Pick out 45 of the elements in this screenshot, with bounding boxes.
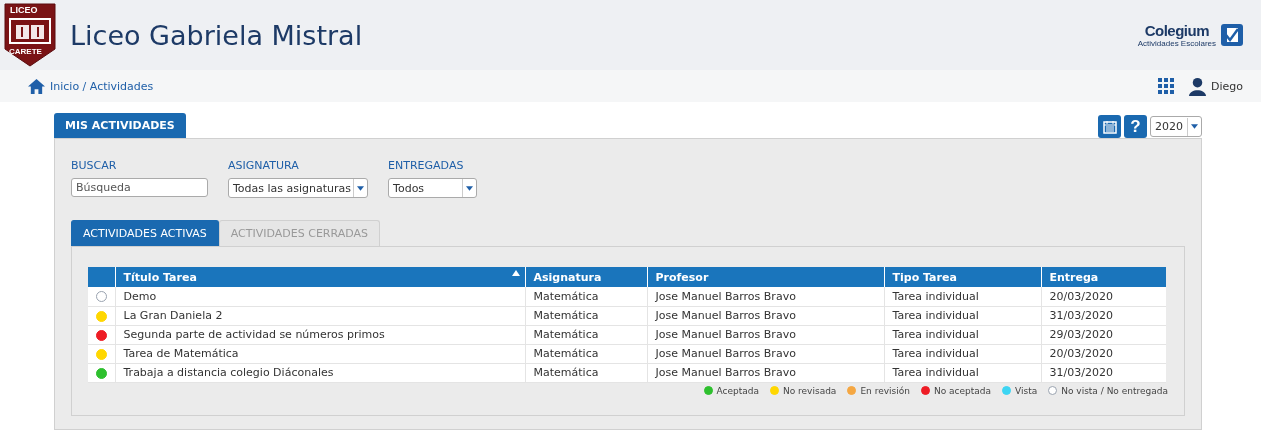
legend-label: No vista / No entregada [1061, 385, 1168, 396]
legend-label: No aceptada [933, 385, 991, 396]
filter-dropdown[interactable]: Todos [388, 178, 478, 198]
caret-icon [466, 185, 474, 191]
year-select[interactable]: 2020 [1150, 116, 1202, 137]
column-header[interactable]: Entrega [1041, 267, 1166, 287]
breadcrumb-link[interactable]: Inicio / Actividades [50, 79, 154, 93]
school-title: Liceo Gabriela Mistral [70, 19, 363, 51]
table-cell: Demo [115, 287, 525, 306]
caret-icon [1191, 124, 1198, 129]
column-header[interactable]: Asignatura [525, 267, 647, 287]
filter-label: BUSCAR [71, 159, 118, 172]
search-field[interactable]: Búsqueda [71, 178, 208, 197]
brand-tagline: Actividades Escolares [1137, 39, 1216, 48]
my-activities-tab[interactable]: MIS ACTIVIDADES [54, 113, 186, 138]
table-header-cell [88, 267, 115, 287]
help-button[interactable]: ? [1124, 115, 1147, 138]
checkmark-logo-icon [1221, 24, 1243, 46]
caret-icon [357, 185, 365, 191]
filter-label: ENTREGADAS [388, 159, 465, 172]
filter-label: ASIGNATURA [228, 159, 300, 172]
column-header[interactable]: Título Tarea [115, 267, 525, 287]
brand-name: Colegium [1144, 22, 1210, 39]
legend-label: No revisada [783, 385, 837, 396]
user-icon[interactable] [1188, 76, 1207, 96]
filter-dropdown[interactable]: Todas las asignaturas [228, 178, 369, 198]
apps-grid-icon[interactable] [1158, 78, 1174, 94]
legend-label: Aceptada [716, 385, 759, 396]
legend-label: En revisión [860, 385, 910, 396]
table-cell: Jose Manuel Barros Bravo [647, 287, 884, 306]
user-name[interactable]: Diego [1211, 79, 1243, 93]
legend-label: Vista [1015, 385, 1038, 396]
sort-arrow-icon [511, 270, 520, 276]
home-icon[interactable] [27, 77, 46, 95]
crest-label: CARETE [9, 47, 42, 56]
table-cell: Tarea individual [884, 287, 1041, 306]
crest-label: LICEO [10, 5, 38, 15]
table-cell: Matemática [525, 287, 647, 306]
calendar-icon [1102, 119, 1117, 134]
column-header[interactable]: Tipo Tarea [884, 267, 1041, 287]
calendar-button[interactable] [1098, 115, 1121, 138]
activities-tab[interactable]: ACTIVIDADES ACTIVAS [71, 220, 219, 246]
table-cell: 20/03/2020 [1041, 287, 1166, 306]
school-crest-drawing [4, 3, 56, 67]
column-header[interactable]: Profesor [647, 267, 884, 287]
